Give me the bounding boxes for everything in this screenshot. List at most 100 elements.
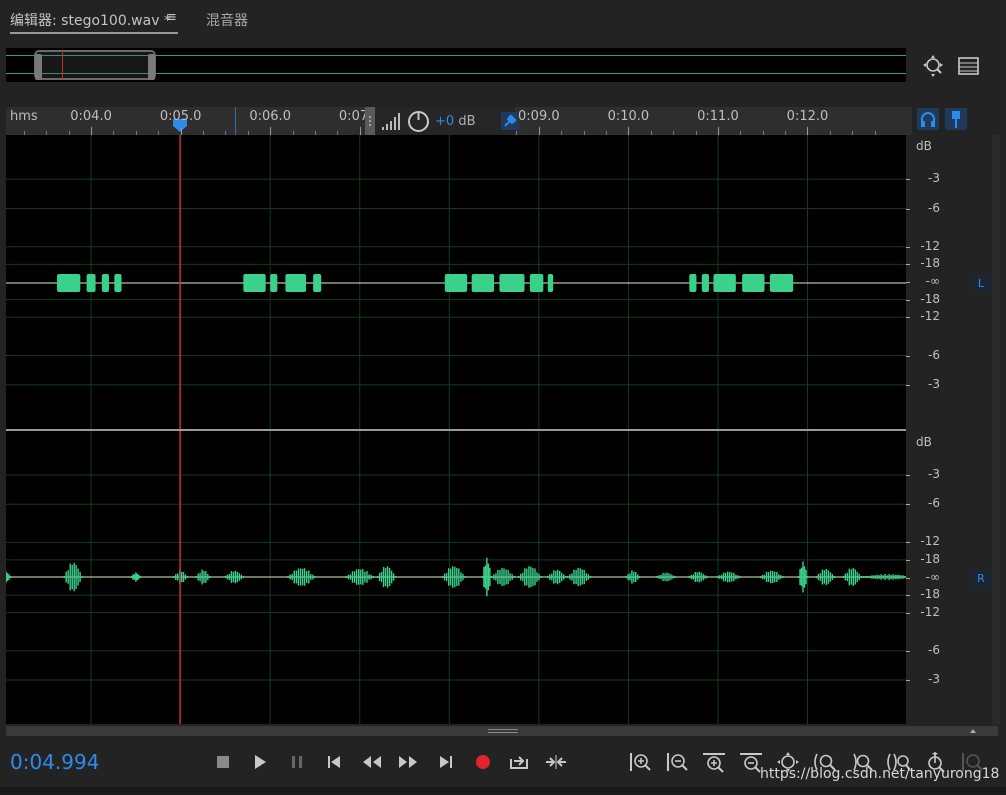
db-scale-label: -3	[928, 672, 940, 687]
ruler-end	[906, 107, 912, 135]
waveform-block	[86, 274, 96, 292]
vertical-scrollbar[interactable]	[992, 135, 1000, 725]
db-scale-tick	[906, 680, 910, 682]
scroll-up-icon[interactable]	[968, 727, 978, 735]
zoom-in-time-icon[interactable]	[701, 750, 727, 774]
db-scale-label: -3	[928, 376, 940, 391]
db-scale-label: -∞	[925, 569, 940, 584]
db-scale-label: -12	[920, 309, 940, 324]
pause-icon[interactable]	[285, 750, 309, 774]
tab-menu-icon[interactable]: ≡	[166, 10, 177, 25]
db-scale-tick	[906, 317, 910, 319]
overview-navigator[interactable]	[6, 48, 906, 82]
db-scale-label: -6	[928, 347, 940, 362]
waveform-block	[285, 274, 306, 292]
db-scale-label: -6	[928, 496, 940, 511]
zoom-tool-icon[interactable]	[920, 53, 946, 79]
spectral-view-icon[interactable]	[956, 53, 982, 79]
overview-range-handle-right[interactable]	[148, 54, 155, 80]
db-scale-label: -12	[920, 534, 940, 549]
channel-badge-left[interactable]: L	[970, 275, 992, 293]
db-scale-label: -18	[920, 587, 940, 602]
waveform-block	[742, 274, 765, 292]
db-scale-tick	[906, 542, 910, 544]
overview-playhead	[62, 50, 63, 80]
waveform-channel-left[interactable]	[6, 135, 906, 429]
record-icon[interactable]	[471, 750, 495, 774]
ruler-tick-label: 0:11.0	[697, 109, 739, 124]
hud-grip-handle[interactable]	[365, 107, 375, 137]
scroll-grip-icon[interactable]	[488, 729, 518, 733]
waveform-block	[57, 274, 81, 292]
zoom-out-amplitude-icon[interactable]	[664, 750, 690, 774]
db-scale-label: -18	[920, 551, 940, 566]
waveform-block	[701, 274, 709, 292]
tab-editor[interactable]: 编辑器: stego100.wav *	[10, 10, 171, 30]
db-scale-tick	[906, 384, 910, 386]
waveform-channel-right[interactable]	[6, 431, 906, 724]
gain-readout[interactable]: +0 dB	[435, 114, 475, 129]
zoom-in-amplitude-icon[interactable]	[627, 750, 653, 774]
ruler-major-tick	[717, 127, 719, 135]
waveform-block	[270, 274, 278, 292]
waveform-block	[529, 274, 544, 292]
ruler-tick-label: 0:10.0	[607, 109, 650, 124]
gain-hud: +0 dB	[365, 107, 519, 137]
loop-icon[interactable]	[507, 750, 531, 774]
db-scale-tick	[906, 612, 910, 614]
overview-range-handle-left[interactable]	[35, 54, 42, 80]
tab-mixer[interactable]: 混音器	[206, 10, 248, 30]
db-scale-label: -6	[928, 200, 940, 215]
db-scale-tick	[906, 504, 910, 506]
ruler-unit-label: hms	[10, 109, 38, 124]
db-scale-tick	[906, 246, 910, 248]
db-scale-tick	[906, 577, 910, 579]
waveform-block	[499, 274, 525, 292]
ruler-tick-label: 0:05.0	[159, 109, 202, 124]
skip-to-start-icon[interactable]	[322, 750, 346, 774]
db-scale-tick	[906, 208, 910, 210]
db-scale-label: -3	[928, 171, 940, 186]
waveform-burst	[130, 572, 141, 582]
ruler-major-tick	[180, 127, 182, 135]
pin-icon[interactable]	[501, 112, 519, 130]
waveform-block	[471, 274, 495, 292]
waveform-block	[547, 274, 554, 292]
skip-selection-icon[interactable]	[544, 750, 568, 774]
db-scale-tick	[906, 282, 910, 283]
watermark-text: https://blog.csdn.net/tanyurong18	[760, 766, 1000, 782]
waveform-block	[114, 274, 122, 292]
play-icon[interactable]	[248, 750, 272, 774]
db-scale-tick	[906, 595, 910, 597]
fast-forward-icon[interactable]	[396, 750, 420, 774]
ruler-major-tick	[359, 127, 361, 135]
stop-icon[interactable]	[211, 750, 235, 774]
waveform-burst	[797, 561, 809, 593]
ruler-major-tick	[628, 127, 630, 135]
gain-knob-icon[interactable]	[407, 110, 430, 133]
overview-visible-range[interactable]	[34, 50, 156, 80]
ruler-major-tick	[807, 127, 809, 135]
ruler-major-tick	[270, 127, 272, 135]
level-meter-icon	[382, 113, 400, 130]
skip-to-end-icon[interactable]	[434, 750, 458, 774]
db-scale-tick	[906, 299, 910, 301]
channel-badge-right[interactable]: R	[970, 570, 992, 588]
db-scale-label: -12	[920, 238, 940, 253]
headphone-icon[interactable]	[917, 108, 939, 130]
marker-icon[interactable]	[945, 108, 967, 130]
horizontal-scrollbar[interactable]	[6, 726, 998, 736]
waveform-block	[101, 274, 109, 292]
db-scale-unit: dB	[916, 139, 932, 153]
db-scale-left: dB -3 -6 -12 -18 -∞ -18 -12 -6 -3	[906, 135, 970, 429]
waveform-block	[313, 274, 322, 292]
db-scale-tick	[906, 650, 910, 652]
waveform-block	[769, 274, 794, 292]
waveform-block	[713, 274, 736, 292]
ruler-major-tick	[538, 127, 540, 135]
rewind-icon[interactable]	[360, 750, 384, 774]
tab-bar: 编辑器: stego100.wav * ≡ 混音器	[0, 0, 1006, 40]
timecode-display[interactable]: 0:04.994	[10, 750, 99, 774]
db-scale-tick	[906, 264, 910, 266]
gain-value: +0	[435, 114, 455, 129]
